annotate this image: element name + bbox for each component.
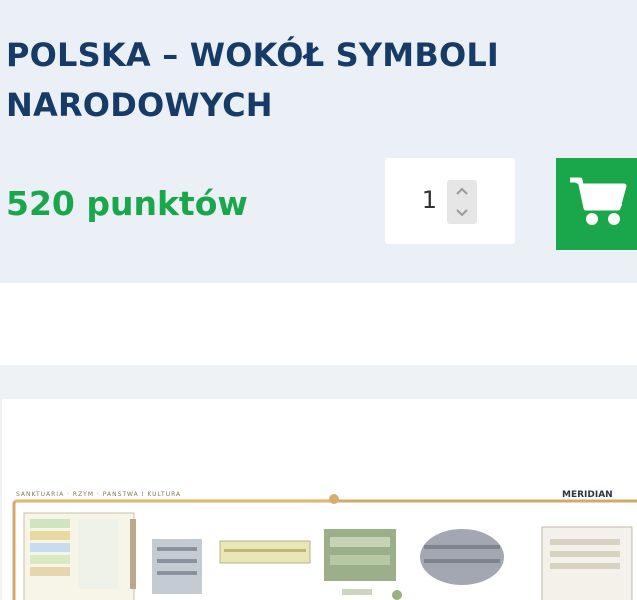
add-to-cart-button[interactable] xyxy=(556,158,637,250)
stepper-buttons xyxy=(447,180,477,224)
chevron-up-icon[interactable] xyxy=(447,180,477,202)
product-price: 520 punktów xyxy=(6,184,248,223)
chevron-down-icon[interactable] xyxy=(447,202,477,224)
quantity-input[interactable]: 1 xyxy=(385,182,437,218)
product-preview-panel: SANKTUARIA · RZYM · PANSTWA I KULTURA ME… xyxy=(0,365,637,600)
quantity-stepper[interactable]: 1 xyxy=(385,158,515,244)
shopping-cart-icon xyxy=(570,177,627,225)
product-panel: POLSKA – WOKÓŁ SYMBOLI NARODOWYCH 520 pu… xyxy=(0,0,637,283)
product-title: POLSKA – WOKÓŁ SYMBOLI NARODOWYCH xyxy=(6,36,500,124)
product-image[interactable]: SANKTUARIA · RZYM · PANSTWA I KULTURA ME… xyxy=(2,399,637,600)
wall-chart-illustration xyxy=(12,494,637,600)
